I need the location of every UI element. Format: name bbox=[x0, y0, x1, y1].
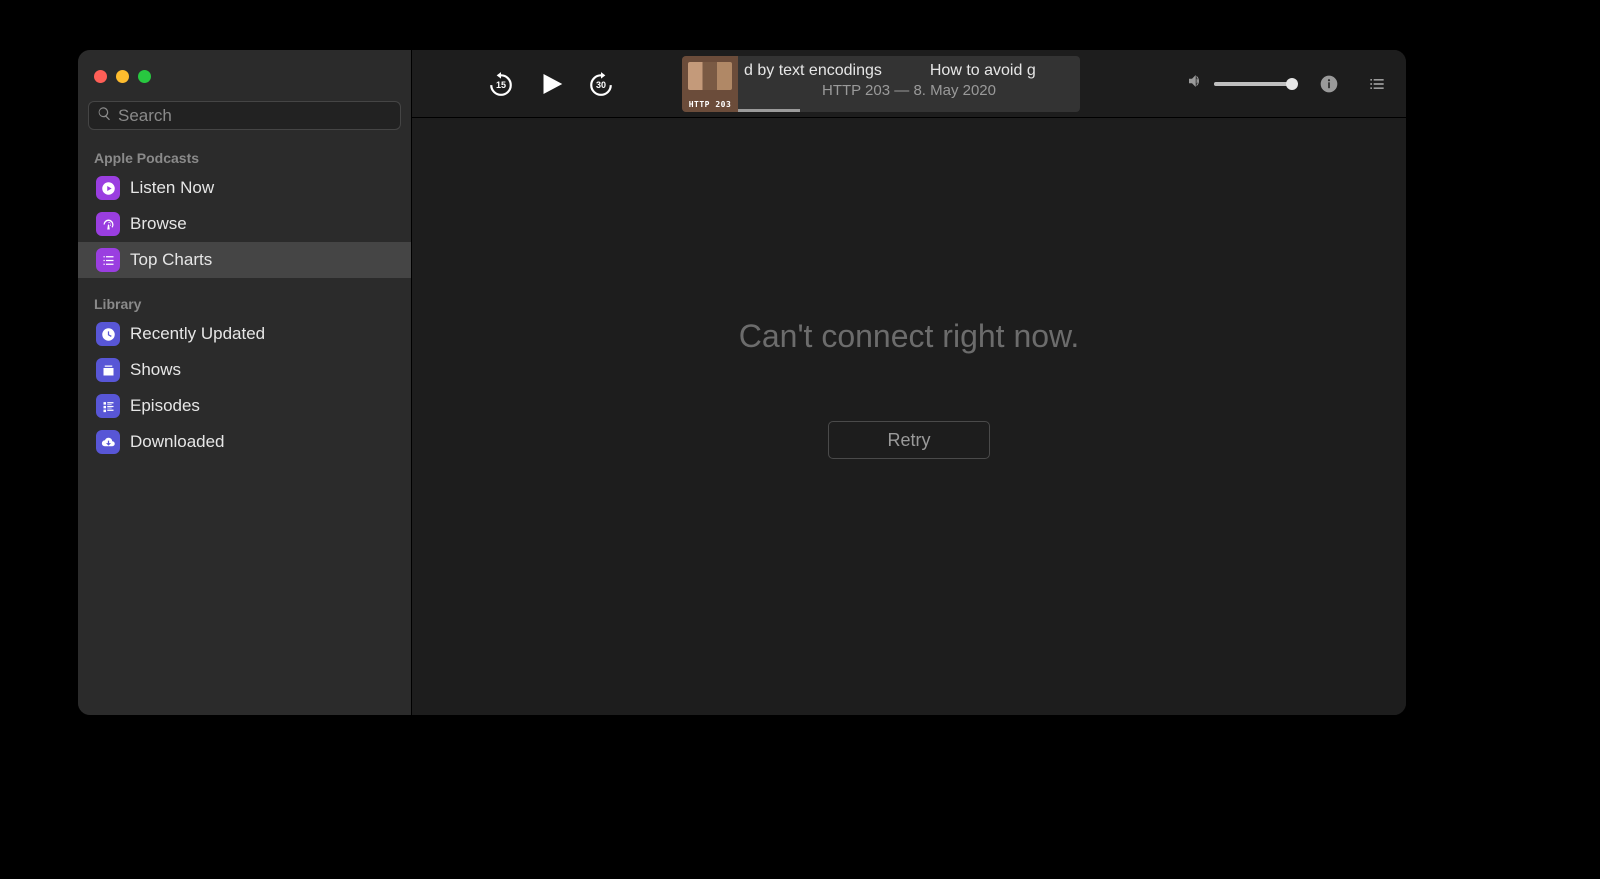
antenna-icon bbox=[96, 212, 120, 236]
now-playing[interactable]: HTTP 203 d by text encodings How to avoi… bbox=[682, 56, 1080, 112]
list-icon bbox=[96, 394, 120, 418]
clock-icon bbox=[96, 322, 120, 346]
close-window-button[interactable] bbox=[94, 70, 107, 83]
content-area: Can't connect right now. Retry bbox=[412, 118, 1406, 715]
skip-back-button[interactable]: 15 bbox=[488, 71, 514, 97]
episode-meta: HTTP 203 — 8. May 2020 bbox=[738, 80, 1080, 99]
sidebar-item-recently-updated[interactable]: Recently Updated bbox=[82, 316, 407, 352]
fullscreen-window-button[interactable] bbox=[138, 70, 151, 83]
search-field[interactable] bbox=[88, 101, 401, 130]
sidebar-item-label: Browse bbox=[130, 214, 187, 234]
sidebar-item-label: Top Charts bbox=[130, 250, 212, 270]
skip-forward-button[interactable]: 30 bbox=[588, 71, 614, 97]
main-pane: 15 30 HTTP 203 d by text encodings bbox=[412, 50, 1406, 715]
volume-slider[interactable] bbox=[1214, 82, 1292, 86]
playback-progress[interactable] bbox=[738, 109, 800, 112]
cloud-download-icon bbox=[96, 430, 120, 454]
sidebar-item-listen-now[interactable]: Listen Now bbox=[82, 170, 407, 206]
volume-icon bbox=[1186, 72, 1204, 95]
info-button[interactable] bbox=[1318, 73, 1340, 95]
skip-forward-seconds: 30 bbox=[588, 71, 614, 97]
episode-artwork: HTTP 203 bbox=[682, 56, 738, 112]
sidebar-section-header: Library bbox=[78, 288, 411, 316]
search-input[interactable] bbox=[118, 106, 392, 126]
transport-controls: 15 30 bbox=[488, 69, 614, 99]
app-window: Apple Podcasts Listen Now Browse Top Cha… bbox=[78, 50, 1406, 715]
sidebar-item-label: Shows bbox=[130, 360, 181, 380]
artwork-label: HTTP 203 bbox=[683, 100, 737, 109]
play-button[interactable] bbox=[536, 69, 566, 99]
skip-back-seconds: 15 bbox=[488, 71, 514, 97]
right-toolbar-controls bbox=[1186, 72, 1388, 95]
sidebar-item-shows[interactable]: Shows bbox=[82, 352, 407, 388]
toolbar: 15 30 HTTP 203 d by text encodings bbox=[412, 50, 1406, 118]
sidebar-item-downloaded[interactable]: Downloaded bbox=[82, 424, 407, 460]
sidebar-item-label: Episodes bbox=[130, 396, 200, 416]
episode-date: 8. May 2020 bbox=[913, 82, 996, 99]
volume-thumb[interactable] bbox=[1286, 78, 1298, 90]
sidebar-item-top-charts[interactable]: Top Charts bbox=[78, 242, 411, 278]
numbered-list-icon bbox=[96, 248, 120, 272]
sidebar-item-browse[interactable]: Browse bbox=[82, 206, 407, 242]
title-fragment-right: How to avoid g bbox=[930, 62, 1036, 80]
episode-title-marquee: d by text encodings How to avoid g bbox=[738, 62, 1080, 80]
sidebar: Apple Podcasts Listen Now Browse Top Cha… bbox=[78, 50, 412, 715]
sidebar-item-label: Listen Now bbox=[130, 178, 214, 198]
sidebar-section-header: Apple Podcasts bbox=[78, 142, 411, 170]
window-controls bbox=[78, 64, 411, 101]
queue-button[interactable] bbox=[1366, 73, 1388, 95]
retry-button[interactable]: Retry bbox=[828, 421, 990, 459]
stack-icon bbox=[96, 358, 120, 382]
volume-control[interactable] bbox=[1186, 72, 1292, 95]
title-fragment-left: d by text encodings bbox=[744, 62, 882, 80]
sidebar-item-episodes[interactable]: Episodes bbox=[82, 388, 407, 424]
sidebar-item-label: Recently Updated bbox=[130, 324, 265, 344]
show-name: HTTP 203 bbox=[822, 82, 890, 99]
play-circle-icon bbox=[96, 176, 120, 200]
connection-error-message: Can't connect right now. bbox=[739, 318, 1080, 355]
now-playing-text: d by text encodings How to avoid g HTTP … bbox=[738, 56, 1080, 112]
minimize-window-button[interactable] bbox=[116, 70, 129, 83]
search-icon bbox=[97, 106, 112, 126]
sidebar-item-label: Downloaded bbox=[130, 432, 225, 452]
